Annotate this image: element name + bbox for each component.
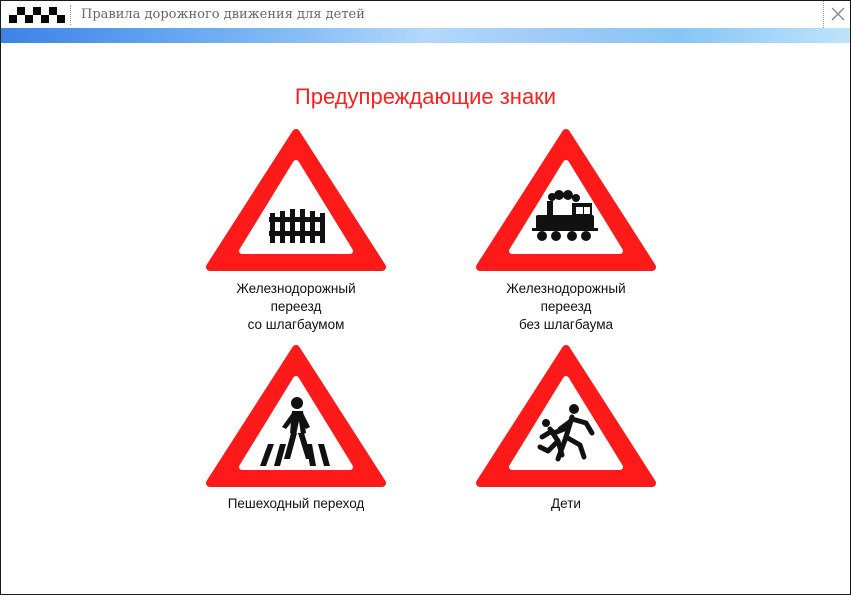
railway-crossing-barrier-sign[interactable] xyxy=(206,127,386,273)
children-icon xyxy=(476,345,656,487)
sign-caption-children: Дети xyxy=(456,495,676,513)
window-title: Правила дорожного движения для детей xyxy=(81,7,365,22)
sign-caption-pedestrian: Пешеходный переход xyxy=(186,495,406,513)
page-title: Предупреждающие знаки xyxy=(294,84,557,109)
caption-line: переезд xyxy=(540,299,592,314)
app-window: Правила дорожного движения для детей Пре… xyxy=(0,0,851,595)
title-bar: Правила дорожного движения для детей xyxy=(1,1,850,29)
caption-line: переезд xyxy=(270,299,322,314)
sign-caption-railway-barrier: Железнодорожный переезд со шлагбаумом xyxy=(186,280,406,334)
caption-line: Железнодорожный xyxy=(236,281,356,296)
close-icon xyxy=(831,7,845,21)
close-button[interactable] xyxy=(823,1,850,28)
caption-line: Дети xyxy=(551,496,581,511)
railway-crossing-no-barrier-icon xyxy=(476,129,656,271)
title-separator xyxy=(70,5,71,25)
caption-line: без шлагбаума xyxy=(518,317,614,332)
pedestrian-crossing-icon xyxy=(206,345,386,487)
children-sign[interactable] xyxy=(476,343,656,489)
checkered-logo-icon xyxy=(9,5,65,25)
header-gradient-bar xyxy=(1,28,850,43)
railway-crossing-no-barrier-sign[interactable] xyxy=(476,127,656,273)
caption-line: Железнодорожный xyxy=(506,281,626,296)
caption-line: со шлагбаумом xyxy=(247,317,345,332)
sign-caption-railway-no-barrier: Железнодорожный переезд без шлагбаума xyxy=(456,280,676,334)
caption-line: Пешеходный переход xyxy=(227,496,365,511)
pedestrian-crossing-sign[interactable] xyxy=(206,343,386,489)
railway-crossing-barrier-icon xyxy=(206,129,386,271)
